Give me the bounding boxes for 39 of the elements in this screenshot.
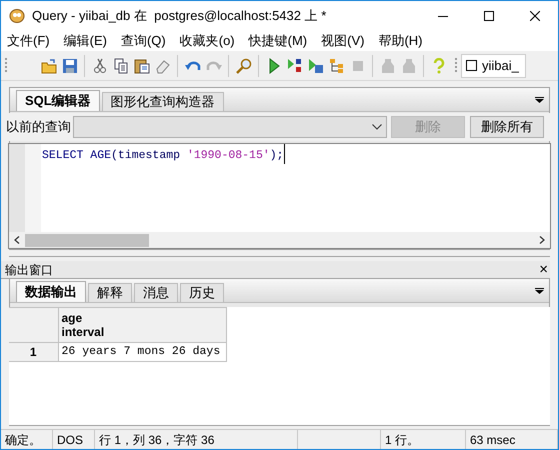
tab[interactable]: 消息 <box>134 283 178 302</box>
app-logo-icon <box>9 8 25 24</box>
dropdown-arrow-icon[interactable] <box>535 288 544 294</box>
row-number[interactable]: 1 <box>9 342 58 362</box>
menu-item[interactable]: 文件(F) <box>7 31 50 51</box>
menu-item[interactable]: 快捷键(M) <box>248 31 308 51</box>
menu-item[interactable]: 收藏夹(o) <box>180 31 235 51</box>
menu-item[interactable]: 帮助(H) <box>378 31 423 51</box>
close-icon <box>530 11 540 21</box>
status-text: DOS <box>57 432 84 448</box>
status-text: 63 msec <box>470 432 516 448</box>
output-window-title: 输出窗口 <box>5 262 53 278</box>
chevron-down-icon <box>372 124 382 130</box>
scroll-right-icon[interactable] <box>539 236 545 244</box>
close-button[interactable]: × <box>539 262 550 277</box>
sql-code-line: SELECT AGE(timestamp '1990-08-15'); <box>41 144 285 164</box>
menu-item[interactable]: 查询(Q) <box>120 31 166 51</box>
previous-queries-label: 以前的查询 <box>6 118 71 136</box>
database-selector[interactable]: yiibai_ <box>461 54 526 78</box>
maximize-icon <box>484 11 494 21</box>
tab[interactable]: 历史 <box>180 283 224 302</box>
horizontal-scrollbar[interactable] <box>9 232 550 248</box>
tab[interactable]: SQL编辑器 <box>16 90 100 111</box>
tab[interactable]: 图形化查询构造器 <box>102 92 224 111</box>
scroll-left-icon[interactable] <box>14 236 20 244</box>
window-title: Query - yiibai_db 在 postgres@localhost:5432 上 * <box>32 7 326 26</box>
column-header[interactable]: age interval <box>58 308 226 342</box>
status-text: 确定。 <box>5 432 41 448</box>
checkbox[interactable] <box>466 60 477 71</box>
table-cell: 26 years 7 mons 26 days <box>58 342 226 362</box>
dropdown-arrow-icon[interactable] <box>535 97 544 103</box>
menu-item[interactable]: 视图(V) <box>321 31 364 51</box>
delete-all-button[interactable]: 删除所有 <box>470 116 544 138</box>
tab[interactable]: 解释 <box>88 283 132 302</box>
menu-item[interactable]: 编辑(E) <box>64 31 107 51</box>
tab[interactable]: 数据输出 <box>16 281 86 302</box>
status-text: 行 1，列 36，字符 36 <box>99 432 214 448</box>
status-text: 1 行。 <box>385 432 420 448</box>
scrollbar-thumb[interactable] <box>25 234 149 246</box>
